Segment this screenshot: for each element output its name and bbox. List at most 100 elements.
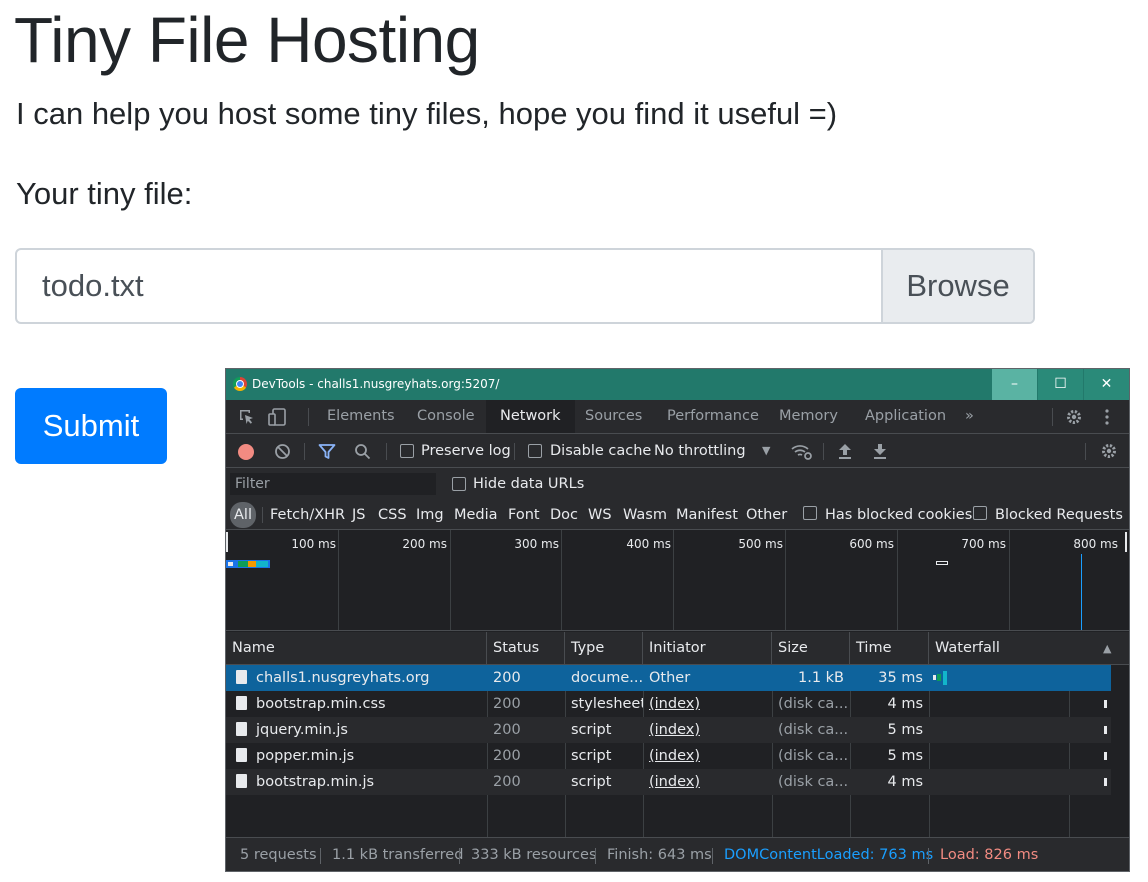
type-filter-other[interactable]: Other [746,502,787,528]
throttling-select[interactable]: No throttling [654,434,746,468]
maximize-button[interactable]: ☐ [1038,369,1083,400]
network-overview[interactable]: 100 ms 200 ms 300 ms 400 ms 500 ms 600 m… [226,530,1129,631]
type-filter-fetch-xhr[interactable]: Fetch/XHR [270,502,345,528]
disable-cache-label: Disable cache [550,443,652,459]
status-dom-content-loaded: DOMContentLoaded: 763 ms [724,847,934,863]
table-row[interactable]: bootstrap.min.js 200 script (index) (dis… [226,769,1111,795]
table-row[interactable]: jquery.min.js 200 script (index) (disk c… [226,717,1111,743]
request-type: stylesheet [571,696,643,712]
network-conditions-icon[interactable] [791,443,813,464]
type-filter-font[interactable]: Font [508,502,540,528]
search-icon[interactable] [354,443,371,464]
request-time: 5 ms [887,722,923,738]
submit-button[interactable]: Submit [15,388,167,464]
toolbar-divider [1085,443,1086,460]
clear-icon[interactable] [274,443,291,464]
type-filter-doc[interactable]: Doc [550,502,578,528]
file-name[interactable]: todo.txt [17,250,881,322]
column-header-name[interactable]: Name [226,632,487,665]
has-blocked-cookies-label: Has blocked cookies [825,507,973,523]
column-header-time[interactable]: Time [850,632,929,665]
overview-request-bar [936,561,948,565]
request-initiator-link[interactable]: (index) [643,769,772,795]
sort-ascending-icon[interactable]: ▲ [1103,642,1111,655]
status-divider [320,848,321,864]
record-icon[interactable] [238,444,254,460]
chevron-down-icon[interactable]: ▼ [762,434,770,468]
preserve-log-checkbox[interactable] [400,444,414,458]
more-tabs-button[interactable]: » [951,400,988,433]
tab-performance[interactable]: Performance [653,400,773,433]
type-filter-wasm[interactable]: Wasm [623,502,667,528]
table-scrollbar[interactable] [1111,665,1129,837]
minimize-button[interactable]: – [992,369,1037,400]
tab-console[interactable]: Console [403,400,489,433]
request-initiator-link[interactable]: (index) [643,743,772,769]
overview-gridline [673,530,674,630]
tab-application[interactable]: Application [851,400,960,433]
filter-input[interactable]: Filter [230,473,436,495]
column-header-size[interactable]: Size [772,632,850,665]
requests-table-header: Name Status Type Initiator Size Time Wat… [226,632,1129,665]
inspect-element-icon[interactable] [238,408,256,430]
type-filter-img[interactable]: Img [416,502,444,528]
request-initiator-link[interactable]: (index) [643,691,772,717]
file-label: Your tiny file: [16,176,193,211]
toolbar-divider [823,443,824,460]
tab-network[interactable]: Network [486,400,575,433]
overview-tick-label: 500 ms [738,537,783,551]
browse-button[interactable]: Browse [881,250,1033,322]
request-type: script [571,774,612,790]
table-row[interactable]: bootstrap.min.css 200 stylesheet (index)… [226,691,1111,717]
tab-divider [1052,408,1053,426]
tab-memory[interactable]: Memory [765,400,852,433]
file-input[interactable]: todo.txt Browse [15,248,1035,324]
request-name[interactable]: popper.min.js [226,743,487,769]
request-name[interactable]: challs1.nusgreyhats.org [226,665,487,691]
column-header-waterfall[interactable]: Waterfall [929,632,1129,665]
type-filter-media[interactable]: Media [454,502,498,528]
filter-bar: Filter Hide data URLs All Fetch/XHR JS C… [226,468,1129,530]
device-toolbar-icon[interactable] [268,408,288,430]
overview-range-handle-right[interactable] [1125,532,1127,552]
export-har-icon[interactable] [873,443,887,464]
column-header-type[interactable]: Type [565,632,643,665]
blocked-requests-checkbox[interactable] [973,506,987,520]
network-status-bar: 5 requests 1.1 kB transferred 333 kB res… [226,837,1129,871]
type-filter-js[interactable]: JS [352,502,365,528]
disable-cache-checkbox[interactable] [528,444,542,458]
document-icon [236,722,247,736]
network-settings-gear-icon[interactable] [1100,442,1118,464]
settings-gear-icon[interactable] [1065,408,1083,430]
devtools-titlebar: DevTools - challs1.nusgreyhats.org:5207/… [226,369,1129,400]
document-icon [236,670,247,684]
tab-sources[interactable]: Sources [571,400,656,433]
table-row[interactable]: challs1.nusgreyhats.org 200 docume... Ot… [226,665,1111,691]
request-name[interactable]: jquery.min.js [226,717,487,743]
request-name[interactable]: bootstrap.min.css [226,691,487,717]
type-filter-css[interactable]: CSS [378,502,407,528]
column-header-status[interactable]: Status [487,632,565,665]
type-filter-ws[interactable]: WS [588,502,612,528]
type-filter-manifest[interactable]: Manifest [676,502,738,528]
table-row[interactable]: popper.min.js 200 script (index) (disk c… [226,743,1111,769]
has-blocked-cookies-checkbox[interactable] [803,506,817,520]
column-header-initiator[interactable]: Initiator [643,632,772,665]
overview-request-bar [226,560,270,568]
close-button[interactable]: ✕ [1084,369,1129,400]
request-name[interactable]: bootstrap.min.js [226,769,487,795]
kebab-menu-icon[interactable] [1104,408,1110,430]
request-type: docume... [571,670,643,686]
hide-data-urls-checkbox[interactable] [452,477,466,491]
status-divider [928,848,929,864]
import-har-icon[interactable] [838,443,852,464]
filter-icon[interactable] [318,443,336,464]
request-status: 200 [493,670,521,686]
preserve-log-label: Preserve log [421,443,511,459]
overview-range-handle-left[interactable] [226,532,228,552]
type-filter-all[interactable]: All [230,502,256,528]
tab-elements[interactable]: Elements [313,400,409,433]
request-type: script [571,748,612,764]
request-initiator-link[interactable]: (index) [643,717,772,743]
overview-tick-label: 100 ms [291,537,336,551]
